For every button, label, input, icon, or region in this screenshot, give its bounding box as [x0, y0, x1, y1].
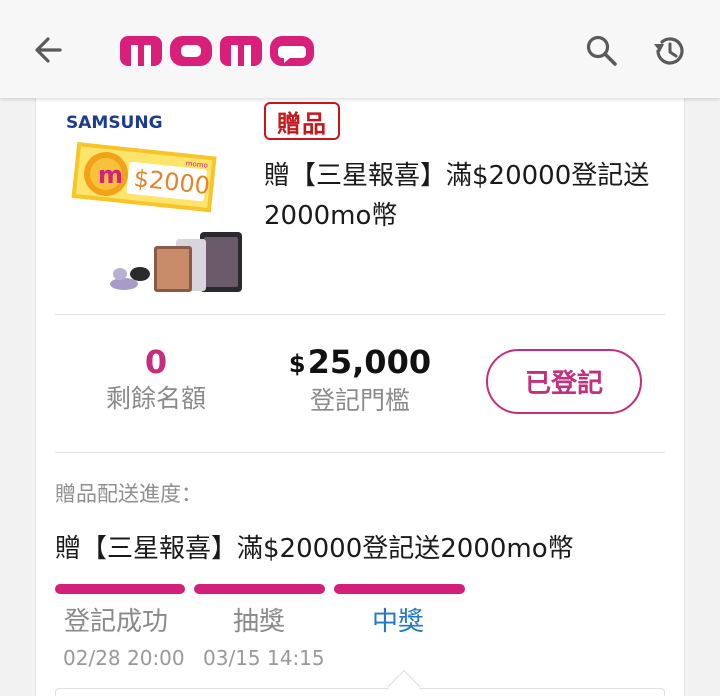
threshold-value: $25,000	[280, 342, 440, 384]
remaining-quota-label: 剩餘名額	[105, 384, 206, 413]
step-draw-label: 抽獎	[233, 607, 286, 637]
step-detail-box	[55, 688, 665, 696]
progress-bar-step-2	[194, 584, 325, 594]
step-registered-date: 02/28 20:00	[63, 646, 185, 670]
history-icon	[654, 37, 684, 65]
progress-bar-step-1	[55, 584, 185, 594]
divider	[55, 452, 665, 453]
step-registered-label: 登記成功	[64, 607, 169, 637]
momo-logo-image	[120, 36, 314, 66]
momo-logo[interactable]	[120, 32, 314, 70]
progress-bar-step-3	[334, 584, 465, 594]
threshold-amount: 25,000	[307, 343, 432, 381]
svg-text:m: m	[98, 161, 123, 189]
gift-badge: 贈品	[264, 102, 340, 140]
arrow-left-icon	[35, 37, 62, 63]
gift-promo-image[interactable]: SAMSUNG $2000 momo m	[62, 106, 247, 296]
history-button[interactable]	[644, 27, 694, 75]
remaining-quota: 0 剩餘名額	[90, 342, 222, 416]
threshold-label: 登記門檻	[309, 386, 410, 415]
step-won-label[interactable]: 中獎	[372, 604, 424, 640]
step-draw-date: 03/15 14:15	[203, 646, 325, 670]
app-header	[0, 0, 720, 98]
registration-threshold: $25,000 登記門檻	[280, 342, 440, 418]
divider	[55, 314, 665, 315]
samsung-logo-text: SAMSUNG	[66, 113, 163, 133]
registered-button[interactable]: 已登記	[486, 349, 642, 414]
search-button[interactable]	[578, 27, 626, 75]
earbuds-image	[110, 278, 138, 290]
search-icon	[586, 35, 617, 66]
remaining-quota-value: 0	[144, 343, 168, 381]
delivery-progress-title: 贈品配送進度：	[55, 482, 202, 506]
gift-title: 贈【三星報喜】滿$20000登記送2000mo幣	[264, 161, 650, 231]
delivery-progress-item: 贈【三星報喜】滿$20000登記送2000mo幣	[55, 534, 574, 564]
back-button[interactable]	[22, 26, 74, 74]
threshold-currency: $	[288, 350, 306, 378]
